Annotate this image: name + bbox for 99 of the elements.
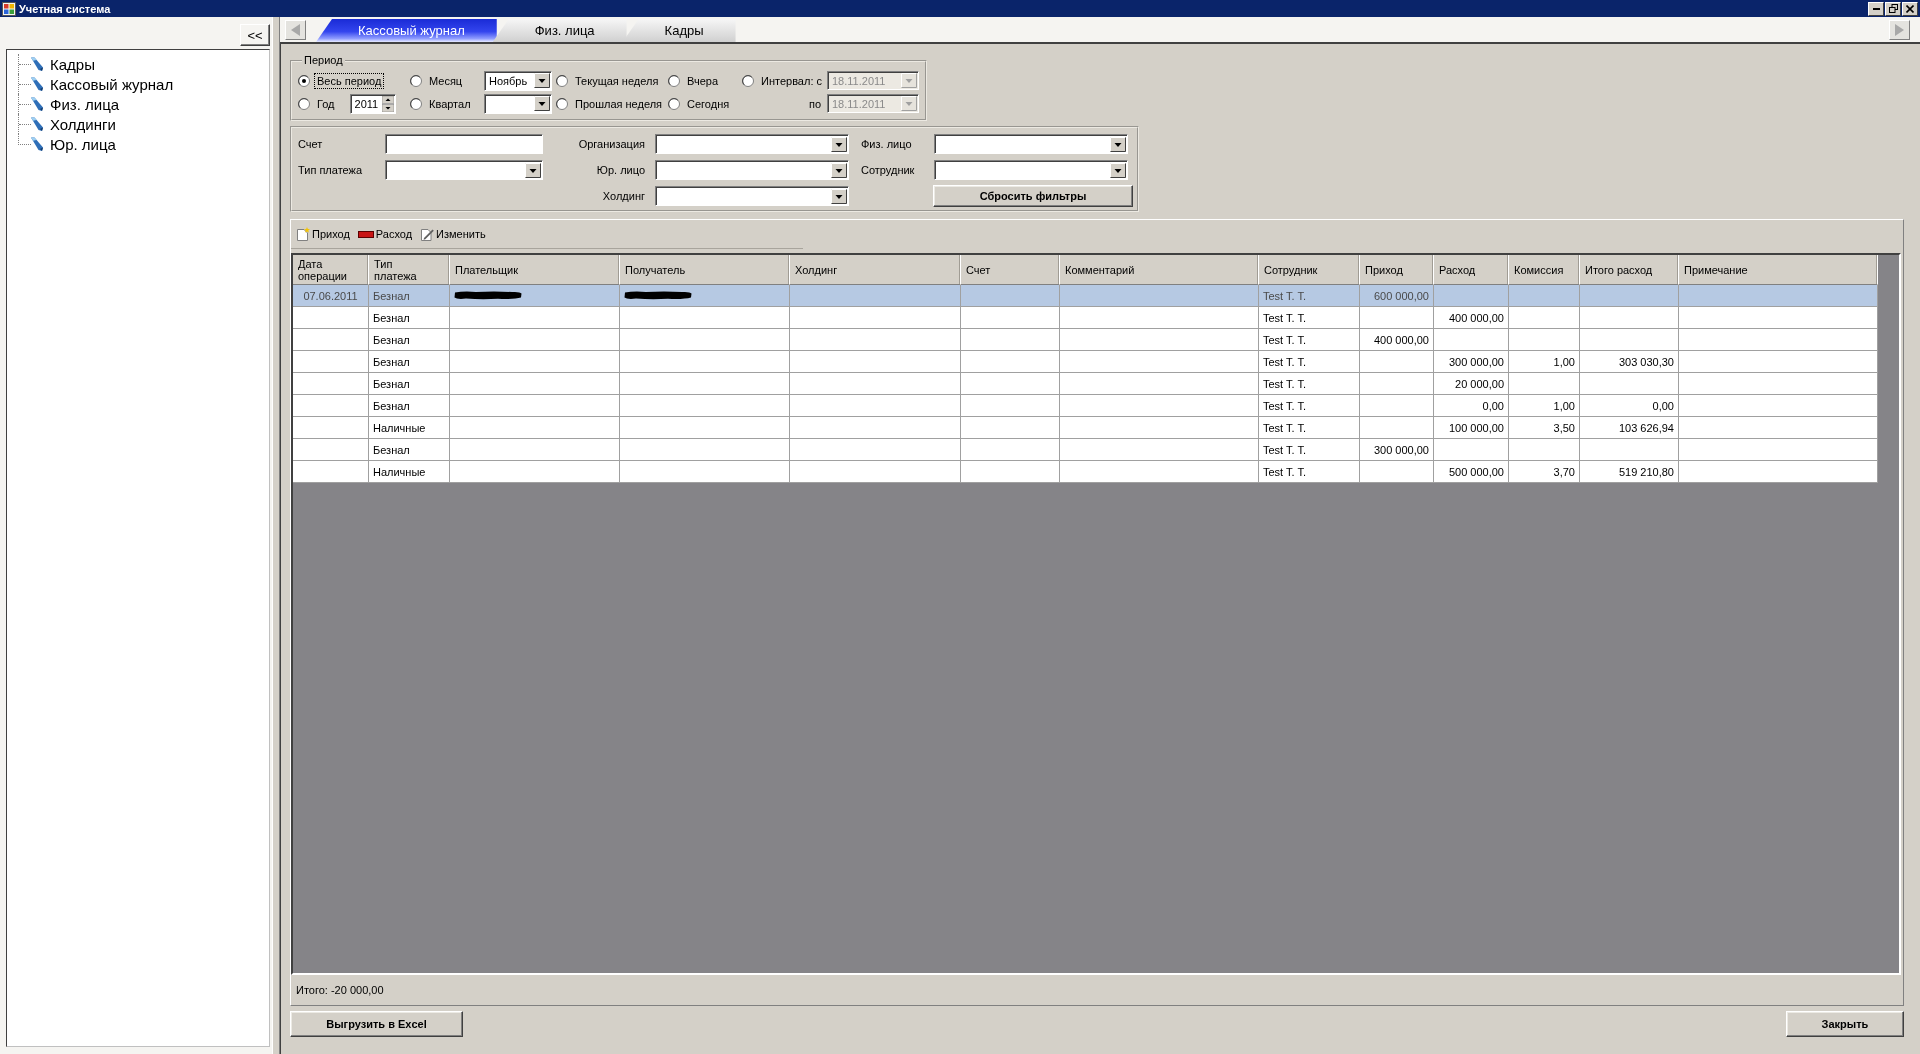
column-header[interactable]: Итого расход [1580, 255, 1679, 285]
table-row[interactable]: Наличные Test T. T. 100 000,00 3,50 103 626,94 [293, 417, 1878, 439]
field-label: Юр. лицо [596, 164, 645, 176]
tab[interactable]: Кассовый журнал [316, 19, 497, 42]
table-cell: 519 210,80 [1580, 461, 1679, 483]
field-label: по [808, 97, 821, 110]
toolbar-button[interactable]: Приход [295, 227, 351, 241]
reset-filters-button[interactable]: Сбросить фильтры [933, 185, 1133, 207]
dropdown-field[interactable] [655, 186, 849, 206]
pen-icon [31, 137, 43, 151]
new-document-icon [296, 227, 310, 241]
tree-item[interactable]: Кадры [31, 54, 97, 74]
column-header[interactable]: Получатель [620, 255, 790, 285]
caret-down-icon [534, 73, 550, 88]
table-row[interactable]: Безнал Test T. T. 300 000,00 [293, 439, 1878, 461]
splitter-bar[interactable] [272, 17, 280, 1054]
table-cell: Наличные [369, 461, 450, 483]
column-header[interactable]: Плательщик [450, 255, 620, 285]
table-row[interactable]: Наличные Test T. T. 500 000,00 3,70 519 210,80 [293, 461, 1878, 483]
minimize-icon [1872, 7, 1880, 10]
pen-icon [31, 77, 43, 91]
caret-down-icon [831, 188, 847, 204]
dropdown-field[interactable] [655, 160, 849, 180]
column-header[interactable]: Расход [1434, 255, 1509, 285]
column-header[interactable]: Сотрудник [1259, 255, 1360, 285]
input-field[interactable] [385, 134, 543, 154]
radio-button[interactable]: Прошлая неделя [556, 95, 665, 112]
field-label: Холдинг [602, 190, 645, 202]
table-row[interactable]: Безнал Test T. T. 400 000,00 [293, 329, 1878, 351]
column-header[interactable]: Комментарий [1060, 255, 1259, 285]
field-label: Физ. лицо [861, 138, 912, 150]
pen-icon [31, 97, 43, 111]
column-header[interactable]: Холдинг [790, 255, 961, 285]
column-header[interactable]: Приход [1360, 255, 1434, 285]
column-header[interactable]: Примечание [1679, 255, 1878, 285]
radio-button[interactable]: Сегодня [668, 95, 733, 112]
tree-item[interactable]: Холдинги [31, 114, 118, 134]
tab-scroll-left-button[interactable] [285, 20, 306, 40]
caret-down-icon [534, 96, 550, 111]
radio-button[interactable]: Текущая неделя [556, 72, 662, 89]
radio-button[interactable]: Квартал [410, 95, 474, 112]
tab[interactable]: Физ. лица [492, 19, 627, 42]
spin-arrows-icon [381, 95, 394, 112]
collapse-button[interactable]: << [240, 24, 270, 46]
caret-down-icon [901, 96, 917, 111]
total-label: Итого: -20 000,00 [296, 984, 384, 996]
dropdown-field[interactable] [655, 134, 849, 154]
tree-item[interactable]: Кассовый журнал [31, 74, 176, 94]
radio-button[interactable]: Вчера [668, 72, 722, 89]
radio-button[interactable]: Год [298, 95, 338, 112]
caret-down-icon [1110, 136, 1126, 152]
table-row[interactable]: Безнал Test T. T. 20 000,00 [293, 373, 1878, 395]
radio-button[interactable]: Месяц [410, 72, 466, 89]
arrow-left-icon [291, 24, 300, 36]
table-row[interactable]: 07.06.2011 Безнал Test T. T. 600 000,00 [293, 285, 1878, 307]
minimize-button[interactable] [1868, 1, 1884, 16]
table-row[interactable]: Безнал Test T. T. 300 000,00 1,00 303 030,30 [293, 351, 1878, 373]
dropdown-field[interactable]: Ноябрь [484, 70, 552, 91]
window-close-button[interactable] [1902, 1, 1918, 16]
field-label: Сотрудник [861, 164, 915, 176]
field-label: Счет [298, 138, 323, 150]
close-icon [1906, 4, 1914, 13]
dropdown-field[interactable] [385, 160, 543, 180]
table-cell: 3,70 [1509, 461, 1580, 483]
field-label: Организация [578, 138, 645, 150]
table-cell: Test T. T. [1259, 461, 1360, 483]
table-row[interactable]: Безнал Test T. T. 0,00 1,00 0,00 [293, 395, 1878, 417]
toolbar-button[interactable]: Изменить [419, 227, 487, 241]
tab-scroll-right-button[interactable] [1889, 20, 1910, 40]
dropdown-field[interactable] [484, 93, 552, 114]
caret-down-icon [831, 136, 847, 152]
pen-icon [31, 117, 43, 131]
close-button[interactable]: Закрыть [1786, 1011, 1904, 1037]
restore-button[interactable] [1885, 1, 1901, 16]
field-label: Тип платежа [298, 164, 363, 176]
table-cell: 500 000,00 [1434, 461, 1509, 483]
edit-icon [420, 227, 435, 241]
caret-down-icon [1110, 162, 1126, 178]
window-title: Учетная система [19, 2, 111, 15]
tree-item[interactable]: Физ. лица [31, 94, 122, 114]
column-header[interactable]: Дата операции [293, 255, 369, 285]
bar-icon [357, 230, 374, 238]
group-title: Период [303, 54, 344, 67]
column-header[interactable]: Тип платежа [369, 255, 450, 285]
arrow-right-icon [1895, 24, 1904, 36]
toolbar-button[interactable]: Расход [356, 228, 414, 240]
column-header[interactable]: Счет [961, 255, 1060, 285]
caret-down-icon [525, 162, 541, 178]
caret-down-icon [831, 162, 847, 178]
tree-item[interactable]: Юр. лица [31, 134, 118, 154]
export-button[interactable]: Выгрузить в Excel [290, 1011, 463, 1037]
table-row[interactable]: Безнал Test T. T. 400 000,00 [293, 307, 1878, 329]
dropdown-field[interactable] [934, 134, 1128, 154]
dropdown-field[interactable] [934, 160, 1128, 180]
restore-icon [1888, 4, 1898, 13]
spinner-field[interactable]: 2011 [349, 93, 396, 114]
pen-icon [31, 57, 43, 71]
caret-down-icon [901, 73, 917, 88]
column-header[interactable]: Комиссия [1509, 255, 1580, 285]
